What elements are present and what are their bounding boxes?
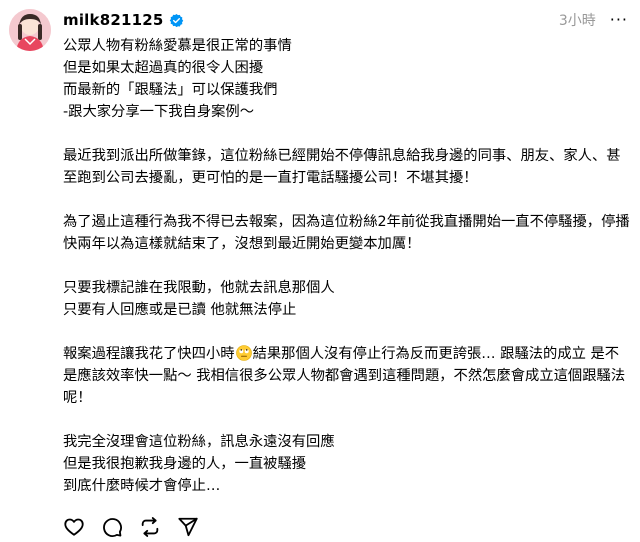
text-line: 為了遏止這種行為我不得已去報案，因為這位粉絲2年前從我直播開始一直不停騷擾，停播… [63, 214, 630, 252]
action-bar [63, 515, 199, 539]
paragraph: 我完全沒理會這位粉絲，訊息永遠沒有回應 但是我很抱歉我身邊的人，一直被騷擾 到底… [63, 431, 633, 497]
text-line: 只要我標記誰在我限動，他就去訊息那個人 [63, 280, 335, 296]
text-line: 但是我很抱歉我身邊的人，一直被騷擾 [63, 456, 307, 472]
paragraph: 公眾人物有粉絲愛慕是很正常的事情 但是如果太超過真的很令人困擾 而最新的「跟騷法… [63, 35, 633, 123]
avatar-image [9, 9, 51, 51]
threads-post: milk821125 3小時 ··· 公眾人物有粉絲愛慕是很正常的事情 但是如果… [0, 0, 640, 542]
text-line: 但是如果太超過真的很令人困擾 [63, 60, 264, 76]
post-timestamp: 3小時 [558, 13, 596, 29]
text-line: 我完全沒理會這位粉絲，訊息永遠沒有回應 [63, 434, 335, 450]
text-line: 公眾人物有粉絲愛慕是很正常的事情 [63, 38, 292, 54]
text-line: 而最新的「跟騷法」可以保護我們 [63, 82, 278, 98]
avatar[interactable] [9, 9, 51, 51]
post-body: 公眾人物有粉絲愛慕是很正常的事情 但是如果太超過真的很令人困擾 而最新的「跟騷法… [63, 35, 633, 497]
text-line: 只要有人回應或是已讀 他就無法停止 [63, 302, 297, 318]
username[interactable]: milk821125 [63, 11, 164, 29]
paragraph: 只要我標記誰在我限動，他就去訊息那個人 只要有人回應或是已讀 他就無法停止 [63, 277, 633, 321]
text-line: -跟大家分享一下我自身案例～ [63, 104, 255, 120]
paragraph: 為了遏止這種行為我不得已去報案，因為這位粉絲2年前從我直播開始一直不停騷擾，停播… [63, 211, 633, 255]
heart-icon[interactable] [63, 516, 85, 538]
send-icon[interactable] [177, 516, 199, 538]
eye-roll-emoji [235, 345, 252, 361]
paragraph: 最近我到派出所做筆錄，這位粉絲已經開始不停傳訊息給我身邊的同事、朋友、家人、甚至… [63, 145, 633, 189]
text-segment: 報案過程讓我花了快四小時 [63, 346, 235, 362]
text-line: 最近我到派出所做筆錄，這位粉絲已經開始不停傳訊息給我身邊的同事、朋友、家人、甚至… [63, 148, 621, 186]
paragraph: 報案過程讓我花了快四小時 結果那個人沒有停止行為反而更誇張… 跟騷法的成立 是不是… [63, 343, 633, 409]
verified-badge-icon [169, 13, 184, 28]
post-header: milk821125 3小時 ··· [63, 9, 628, 31]
comment-icon[interactable] [101, 516, 123, 538]
text-line: 到底什麼時候才會停止… [63, 478, 221, 494]
repost-icon[interactable] [139, 516, 161, 538]
more-options-icon[interactable]: ··· [610, 12, 628, 28]
